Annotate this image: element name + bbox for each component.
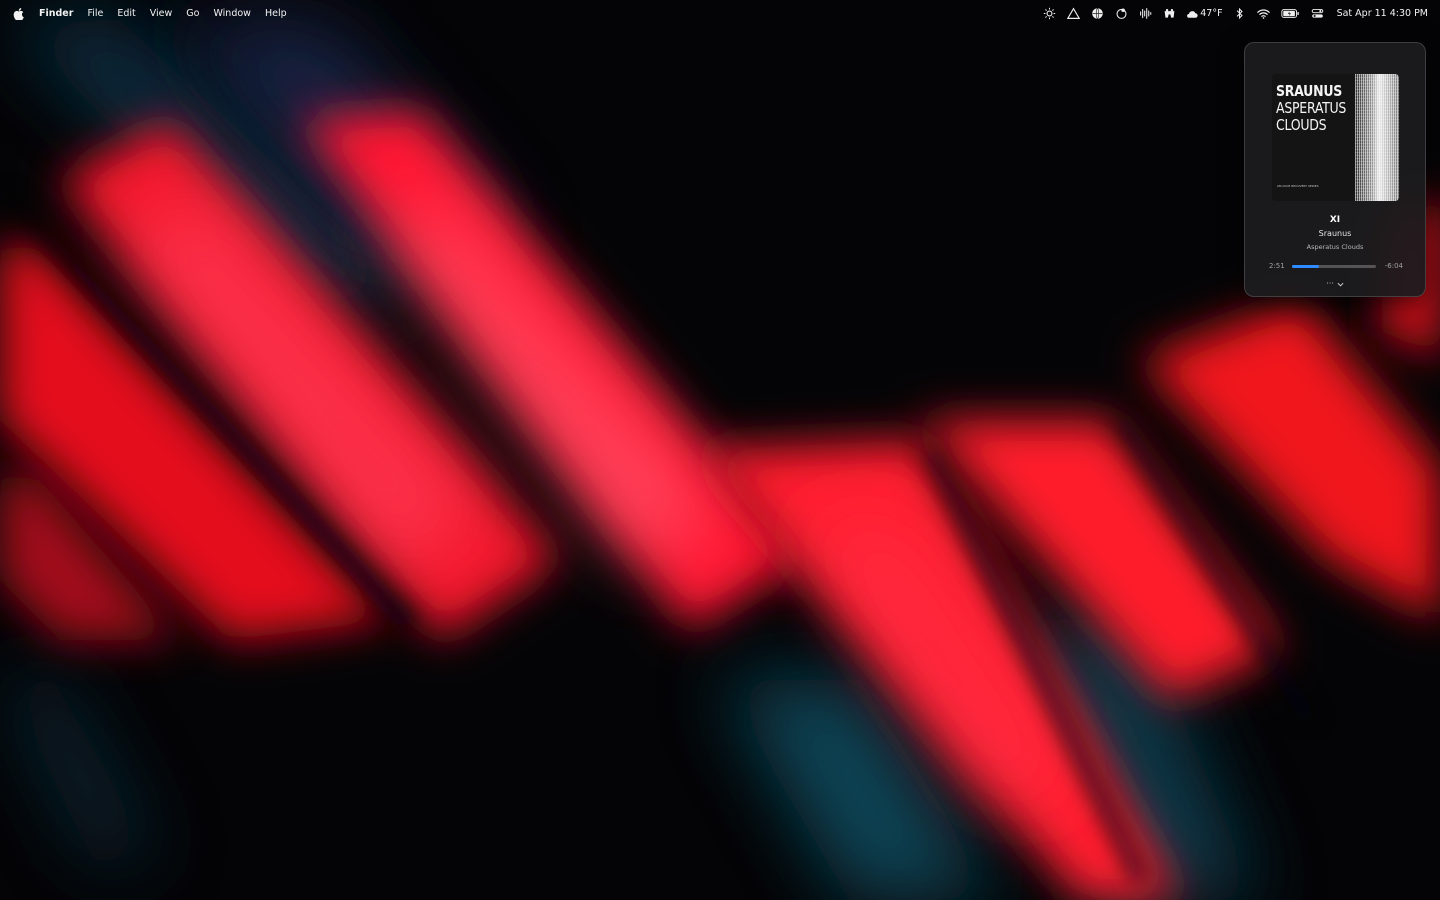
- bluetooth-icon[interactable]: [1233, 7, 1247, 21]
- menu-window[interactable]: Window: [213, 8, 250, 19]
- menu-view[interactable]: View: [150, 8, 173, 19]
- album-art-title-line1: ASPERATUS: [1276, 99, 1347, 117]
- menu-bar-clock[interactable]: Sat Apr 11 4:30 PM: [1337, 8, 1428, 19]
- track-album: Asperatus Clouds: [1306, 243, 1364, 251]
- globe-icon[interactable]: [1090, 7, 1104, 21]
- menu-app-name[interactable]: Finder: [39, 8, 73, 19]
- playback-progress-bar[interactable]: [1292, 265, 1376, 268]
- chevron-down-icon: [1337, 282, 1344, 287]
- album-art-artist: SRAUNUS: [1276, 82, 1343, 100]
- more-label: ···: [1326, 279, 1334, 288]
- menu-go[interactable]: Go: [186, 8, 199, 19]
- shadow-icon[interactable]: [1114, 7, 1128, 21]
- control-center-icon[interactable]: [1311, 7, 1325, 21]
- album-art[interactable]: SRAUNUS ASPERATUS CLOUDS AM•IDCE RECOVER…: [1272, 74, 1399, 201]
- menu-help[interactable]: Help: [265, 8, 287, 19]
- wallpaper: [0, 0, 1440, 900]
- menu-bar-status: 47°F Sat Apr 11 4:30 PM: [1032, 0, 1428, 27]
- desktop: Finder File Edit View Go Window Help 47°…: [0, 0, 1440, 900]
- waveform-icon[interactable]: [1138, 7, 1152, 21]
- apple-menu-icon[interactable]: [13, 7, 25, 20]
- album-art-title-line2: CLOUDS: [1276, 116, 1327, 134]
- track-artist: Sraunus: [1318, 229, 1352, 238]
- battery-icon[interactable]: [1281, 7, 1301, 21]
- menu-bar: Finder File Edit View Go Window Help 47°…: [0, 0, 1440, 27]
- album-art-series-label: AM•IDCE RECOVERY SERIES: [1277, 184, 1319, 188]
- menu-edit[interactable]: Edit: [117, 8, 135, 19]
- weather-temperature: 47°F: [1200, 8, 1223, 19]
- album-art-texture: [1355, 74, 1399, 201]
- menu-file[interactable]: File: [87, 8, 103, 19]
- triangle-icon[interactable]: [1066, 7, 1080, 21]
- now-playing-widget[interactable]: SRAUNUS ASPERATUS CLOUDS AM•IDCE RECOVER…: [1244, 42, 1426, 297]
- brightness-icon[interactable]: [1042, 7, 1056, 21]
- more-options-button[interactable]: ···: [1323, 278, 1347, 290]
- cloud-icon: [1187, 10, 1198, 18]
- playback-progress-fill: [1292, 265, 1319, 268]
- wifi-icon[interactable]: [1257, 7, 1271, 21]
- controller-icon[interactable]: [1162, 7, 1176, 21]
- menu-bar-left: Finder File Edit View Go Window Help: [0, 7, 301, 20]
- weather-widget[interactable]: 47°F: [1186, 8, 1223, 19]
- time-remaining: -6:04: [1384, 262, 1403, 270]
- time-elapsed: 2:51: [1269, 262, 1285, 270]
- track-title: XI: [1329, 215, 1341, 225]
